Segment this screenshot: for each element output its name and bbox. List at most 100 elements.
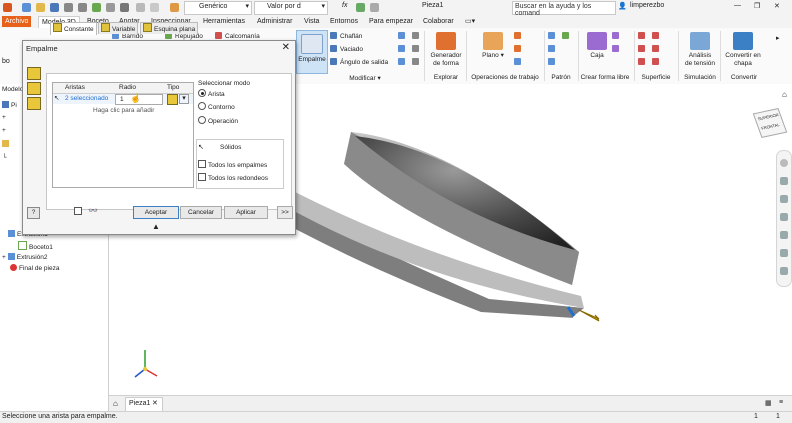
sketch-pattern-button[interactable] [562, 32, 572, 41]
preview-toggle[interactable] [74, 207, 84, 216]
browser-root[interactable]: Pi [2, 101, 17, 109]
tab-entornos[interactable]: Entornos [327, 16, 361, 27]
pan-icon[interactable] [780, 177, 788, 185]
mirror-button[interactable] [548, 58, 558, 67]
measure-icon[interactable] [370, 3, 379, 12]
edges-table[interactable]: Aristas Radio Tipo ↖ 2 seleccionado 1 ▾ … [52, 82, 194, 188]
close-icon[interactable]: ✕ [774, 2, 780, 10]
modify-tool-6[interactable] [412, 58, 422, 67]
checkbox-all-rounds[interactable] [198, 173, 206, 181]
update-icon[interactable] [106, 3, 115, 12]
minimize-icon[interactable]: — [734, 2, 741, 9]
generador-forma-button[interactable]: Generador de forma [428, 32, 464, 68]
material-icon[interactable] [136, 3, 145, 12]
parameters-icon[interactable] [356, 3, 365, 12]
preview-checkbox[interactable] [74, 207, 82, 215]
tree-expand-icon[interactable]: + [2, 127, 6, 134]
modify-tool-1[interactable] [398, 32, 408, 41]
surface-tool-2[interactable] [652, 32, 662, 41]
fillet-type-icon[interactable] [167, 94, 178, 105]
plano-button[interactable]: Plano ▾ [478, 32, 508, 60]
axis-button[interactable] [514, 32, 524, 41]
point-button[interactable] [514, 45, 524, 54]
tree-node-partial[interactable]: └ [2, 154, 7, 161]
checkbox-all-fillets[interactable] [198, 160, 206, 168]
look-at-icon[interactable] [780, 231, 788, 239]
tree-expand-icon[interactable]: + [2, 114, 6, 121]
orbit-icon[interactable] [780, 213, 788, 221]
full-round-fillet-icon[interactable] [27, 97, 41, 110]
tab-menu-icon[interactable]: ≡ [779, 399, 783, 406]
save-icon[interactable] [50, 3, 59, 12]
surface-tool-1[interactable] [638, 32, 648, 41]
chaflan-button[interactable]: Chaflán [330, 32, 362, 41]
app-logo-icon[interactable] [3, 3, 12, 12]
tab-layout-icon[interactable]: ▦ [765, 399, 772, 407]
surface-tool-4[interactable] [652, 45, 662, 54]
edge-fillet-icon[interactable] [27, 67, 41, 80]
material-dropdown[interactable]: Valor por d ▾ [254, 1, 328, 15]
select-icon[interactable] [120, 3, 129, 12]
tree-item-final[interactable]: Final de pieza [10, 264, 59, 272]
home-icon[interactable] [92, 3, 101, 12]
appearance-dropdown[interactable]: Genérico ▾ [184, 1, 252, 15]
tree-folder-icon[interactable] [2, 140, 11, 148]
add-edge-hint[interactable]: Haga clic para añadir [93, 107, 154, 114]
fx-icon[interactable]: fx [342, 2, 347, 9]
fit-view-icon[interactable] [780, 267, 788, 275]
col-tipo[interactable]: Tipo [167, 84, 179, 91]
tab-colaborar[interactable]: Colaborar [420, 16, 457, 27]
rectangular-pattern-button[interactable] [548, 32, 558, 41]
user-name[interactable]: limperezbo [630, 2, 664, 9]
modificar-group-label[interactable]: Modificar ▾ [330, 74, 400, 82]
tree-item-boceto1[interactable]: Boceto1 [18, 241, 53, 251]
check-all-rounds[interactable]: Todos los redondeos [198, 173, 268, 182]
col-radio[interactable]: Radio [119, 84, 136, 91]
close-icon[interactable]: ✕ [152, 399, 158, 407]
convertir-chapa-button[interactable]: Convertir en chapa [722, 32, 764, 68]
tab-vista[interactable]: Vista [301, 16, 322, 27]
tab-para-empezar[interactable]: Para empezar [366, 16, 416, 27]
chevron-down-icon[interactable]: ▾ [179, 94, 189, 104]
steering-wheel-icon[interactable] [780, 159, 788, 167]
vaciado-button[interactable]: Vaciado [330, 45, 363, 54]
ribbon-options-icon[interactable]: ▭▾ [462, 16, 478, 27]
radio-arista[interactable] [198, 89, 206, 97]
tab-administrar[interactable]: Administrar [254, 16, 295, 27]
browser-header[interactable]: Modelo [2, 86, 23, 93]
modify-tool-4[interactable] [412, 32, 422, 41]
edges-selected[interactable]: 2 seleccionado [65, 95, 108, 102]
mode-arista[interactable]: Arista [198, 89, 225, 98]
color-icon[interactable] [170, 3, 179, 12]
home-view-icon[interactable]: ⌂ [782, 90, 787, 99]
more-button[interactable]: >> [277, 206, 293, 219]
modify-tool-5[interactable] [412, 45, 422, 54]
face-fillet-icon[interactable] [27, 82, 41, 95]
circular-pattern-button[interactable] [548, 45, 558, 54]
analisis-tension-button[interactable]: Análisis de tensión [682, 32, 718, 68]
mode-operacion[interactable]: Operación [198, 116, 238, 125]
maximize-icon[interactable]: ❐ [754, 2, 760, 10]
redo-icon[interactable] [78, 3, 87, 12]
new-icon[interactable] [22, 3, 31, 12]
cancel-button[interactable]: Cancelar [180, 206, 222, 219]
modify-tool-2[interactable] [398, 45, 408, 54]
apply-button[interactable]: Aplicar [224, 206, 268, 219]
empalme-button[interactable]: Empalme [296, 30, 328, 74]
zoom-icon[interactable] [780, 195, 788, 203]
tab-esquina-plana[interactable]: Esquina plana [140, 22, 199, 34]
radio-operacion[interactable] [198, 116, 206, 124]
close-icon[interactable]: ✕ [282, 42, 290, 53]
freeform-tool-1[interactable] [612, 32, 622, 41]
appearance-icon[interactable] [150, 3, 159, 12]
angulo-salida-button[interactable]: Ángulo de salida [330, 58, 388, 67]
mode-contorno[interactable]: Contorno [198, 102, 235, 111]
tree-item-extrusion2[interactable]: + Extrusión2 [2, 253, 48, 261]
ribbon-expand-icon[interactable]: ▸ [776, 34, 780, 42]
open-icon[interactable] [36, 3, 45, 12]
surface-tool-5[interactable] [638, 58, 648, 67]
surface-tool-3[interactable] [638, 45, 648, 54]
home-icon[interactable]: ⌂ [113, 399, 118, 408]
freeform-tool-2[interactable] [612, 45, 622, 54]
tab-variable[interactable]: Variable [98, 22, 139, 34]
